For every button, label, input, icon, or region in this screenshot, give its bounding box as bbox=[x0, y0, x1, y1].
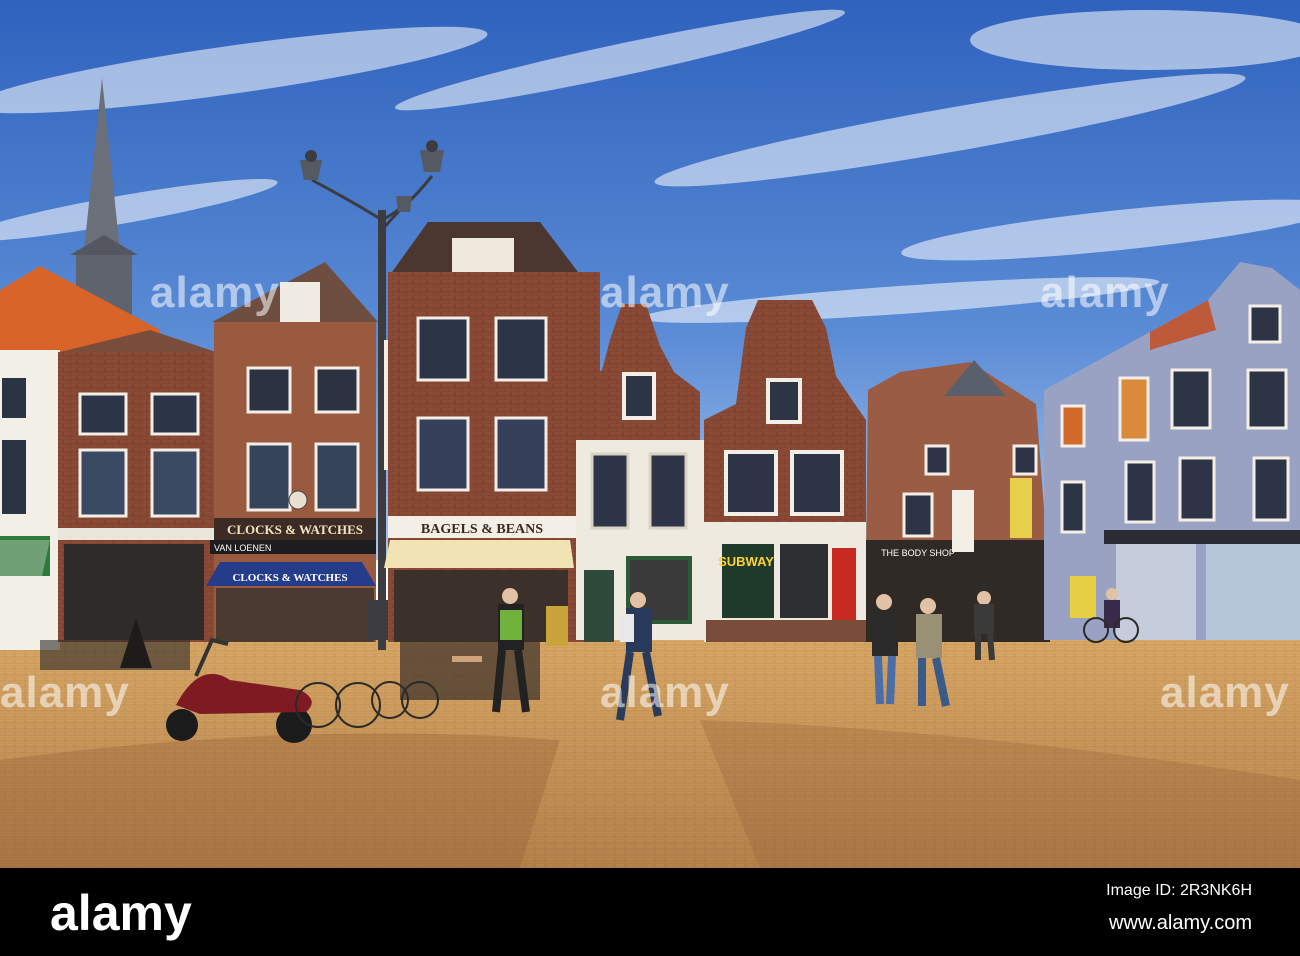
town-square-scene: CLOCKS & WATCHES VAN LOENEN CLOCKS & WAT… bbox=[0, 0, 1300, 868]
body-shop-sign: THE BODY SHOP bbox=[881, 548, 955, 558]
clocks-watches-awning: CLOCKS & WATCHES bbox=[232, 572, 347, 584]
alamy-url[interactable]: www.alamy.com bbox=[1109, 912, 1252, 935]
footer-bar: alamy Image ID: 2R3NK6H www.alamy.com bbox=[0, 868, 1300, 956]
building-background: THE BODY SHOP bbox=[866, 360, 1050, 642]
van-loenen-sign: VAN LOENEN bbox=[214, 543, 271, 553]
image-id-label: Image ID: 2R3NK6H bbox=[1106, 882, 1252, 899]
photo: CLOCKS & WATCHES VAN LOENEN CLOCKS & WAT… bbox=[0, 0, 1300, 868]
bagels-beans-sign: BAGELS & BEANS bbox=[421, 522, 543, 537]
clocks-watches-sign: CLOCKS & WATCHES bbox=[227, 522, 363, 537]
building-brick-left bbox=[58, 330, 218, 642]
alamy-logo[interactable]: alamy bbox=[50, 884, 192, 942]
building-bagels-beans: BAGELS & BEANS bbox=[384, 222, 600, 646]
subway-sign: SUBWAY bbox=[718, 554, 774, 569]
building-clocks-watches: CLOCKS & WATCHES VAN LOENEN CLOCKS & WAT… bbox=[206, 262, 378, 642]
